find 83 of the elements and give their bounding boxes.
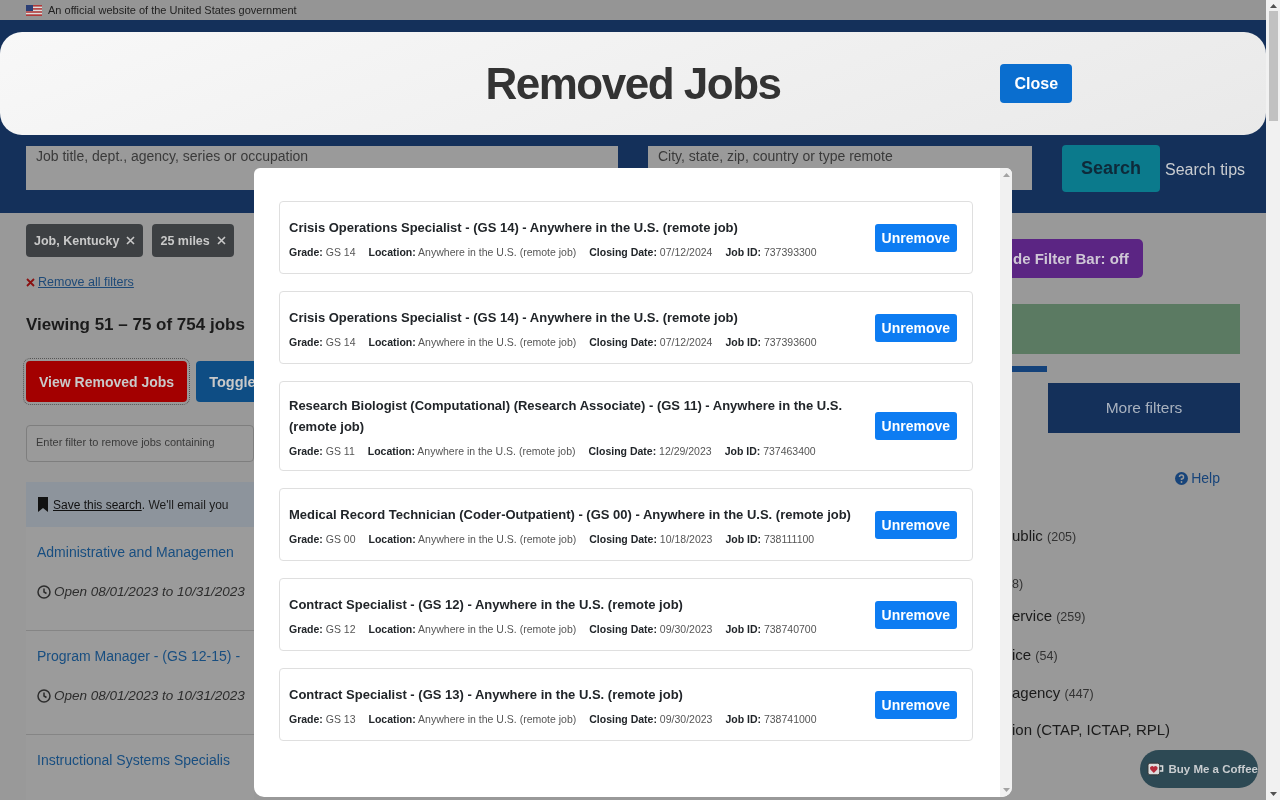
chip-label: 25 miles — [160, 233, 210, 248]
facet-option[interactable]: ublic (205) — [1012, 527, 1077, 544]
job-title: Crisis Operations Specialist - (GS 14) - Anywhere in the U.S. (remote job) — [289, 219, 739, 237]
job-dates: Open 08/01/2023 to 10/31/2023 — [54, 688, 245, 703]
job-detail: Grade: GS 12 — [289, 623, 356, 635]
job-detail: Closing Date: 09/30/2023 — [589, 713, 713, 725]
facet-option[interactable]: ion (CTAP, ICTAP, RPL) — [1012, 721, 1171, 738]
filter-chip[interactable]: 25 miles — [152, 224, 234, 257]
job-detail: Closing Date: 07/12/2024 — [589, 246, 713, 258]
job-detail: Job ID: 737393600 — [725, 336, 817, 348]
buy-me-a-coffee-button[interactable]: Buy Me a Coffee — [1140, 750, 1258, 788]
job-detail: Closing Date: 09/30/2023 — [589, 623, 713, 635]
more-filters-button[interactable]: More filters — [1048, 383, 1240, 433]
unremove-button[interactable]: Unremove — [874, 223, 957, 252]
gov-banner-text: An official website of the United States government — [48, 4, 297, 16]
help-icon — [1175, 471, 1189, 485]
scroll-up-icon — [1269, 4, 1277, 8]
facet-option[interactable]: 8) — [1012, 574, 1024, 591]
help-link[interactable]: Help — [1191, 470, 1220, 486]
job-detail: Grade: GS 11 — [289, 445, 355, 457]
chip-label: Job, Kentucky — [34, 233, 120, 248]
filter-chip[interactable]: Job, Kentucky — [26, 224, 144, 257]
exclude-filter-field[interactable]: Enter filter to remove jobs containing — [26, 425, 254, 462]
job-detail: Job ID: 737463400 — [724, 445, 816, 457]
job-detail: Location: Anywhere in the U.S. (remote job) — [367, 445, 576, 457]
unremove-button[interactable]: Unremove — [874, 510, 957, 539]
clock-icon — [37, 584, 51, 599]
unremove-button[interactable]: Unremove — [874, 412, 957, 440]
bookmark-icon — [38, 497, 48, 512]
job-detail: Location: Anywhere in the U.S. (remote job) — [368, 623, 577, 635]
job-dates: Open 08/01/2023 to 10/31/2023 — [54, 584, 245, 599]
job-detail: Job ID: 738740700 — [725, 623, 817, 635]
job-detail: Closing Date: 10/18/2023 — [589, 533, 713, 545]
unremove-button[interactable]: Unremove — [874, 313, 957, 342]
view-removed-jobs-button[interactable]: View Removed Jobs — [26, 361, 188, 402]
close-button[interactable]: Close — [1000, 64, 1073, 103]
facet-option[interactable]: ice (54) — [1012, 646, 1058, 663]
save-search-text: Save this search. We'll email you — [53, 497, 229, 512]
job-detail: Grade: GS 13 — [289, 713, 356, 725]
job-detail: Job ID: 738111100 — [725, 533, 815, 545]
filter-bar-toggle-button[interactable]: de Filter Bar: off — [1012, 239, 1143, 278]
clock-icon — [37, 688, 51, 703]
job-detail: Grade: GS 14 — [289, 336, 356, 348]
job-title: Contract Specialist - (GS 12) - Anywhere in the U.S. (remote job) — [289, 596, 684, 614]
unremove-button[interactable]: Unremove — [874, 690, 957, 719]
job-detail: Grade: GS 14 — [289, 246, 356, 258]
search-button[interactable]: Search — [1062, 145, 1160, 192]
job-detail: Job ID: 738741000 — [725, 713, 817, 725]
remove-all-filters-link[interactable]: Remove all filters — [38, 275, 134, 289]
scroll-up-icon — [1002, 173, 1010, 177]
save-search-link[interactable]: Save this search — [53, 497, 142, 512]
job-title: Research Biologist (Computational) (Research Associate) - (GS 11) - Anywhere in the U.S. (remote job) — [289, 397, 844, 436]
results-count: Viewing 51 – 75 of 754 jobs — [26, 315, 245, 335]
scrollbar-thumb[interactable] — [1268, 11, 1278, 121]
facet-option[interactable]: agency (447) — [1012, 684, 1094, 701]
job-detail: Job ID: 737393300 — [725, 246, 817, 258]
coffee-cup-heart-icon — [1147, 762, 1165, 776]
job-detail: Closing Date: 07/12/2024 — [589, 336, 713, 348]
job-title: Contract Specialist - (GS 13) - Anywhere in the U.S. (remote job) — [289, 686, 684, 704]
scroll-down-icon — [1269, 792, 1277, 796]
job-detail: Location: Anywhere in the U.S. (remote job) — [368, 246, 577, 258]
dialog-scrollbar[interactable] — [1000, 168, 1012, 797]
scroll-down-icon — [1002, 788, 1010, 792]
job-detail: Closing Date: 12/29/2023 — [588, 445, 712, 457]
modal-title: Removed Jobs — [485, 58, 781, 109]
close-icon — [216, 236, 226, 245]
job-title-link[interactable]: Program Manager - (GS 12-15) - — [37, 648, 254, 664]
job-detail: Location: Anywhere in the U.S. (remote job) — [368, 533, 577, 545]
close-icon — [26, 277, 35, 287]
close-icon — [126, 236, 136, 245]
job-title: Medical Record Technician (Coder-Outpatient) - (GS 00) - Anywhere in the U.S. (remote job) — [289, 506, 852, 524]
page-scrollbar[interactable] — [1266, 0, 1280, 800]
tab-indicator — [1012, 366, 1047, 372]
job-title: Crisis Operations Specialist - (GS 14) - Anywhere in the U.S. (remote job) — [289, 309, 739, 327]
job-detail: Location: Anywhere in the U.S. (remote job) — [368, 336, 577, 348]
job-detail: Location: Anywhere in the U.S. (remote job) — [368, 713, 577, 725]
job-detail: Grade: GS 00 — [289, 533, 356, 545]
facet-option[interactable]: ervice (259) — [1012, 607, 1086, 624]
job-title-link[interactable]: Instructional Systems Specialis — [37, 752, 254, 768]
search-tips-link[interactable]: Search tips — [1165, 161, 1246, 179]
us-flag-icon — [26, 4, 42, 16]
job-title-link[interactable]: Administrative and Managemen — [37, 544, 254, 560]
unremove-button[interactable]: Unremove — [874, 600, 957, 629]
